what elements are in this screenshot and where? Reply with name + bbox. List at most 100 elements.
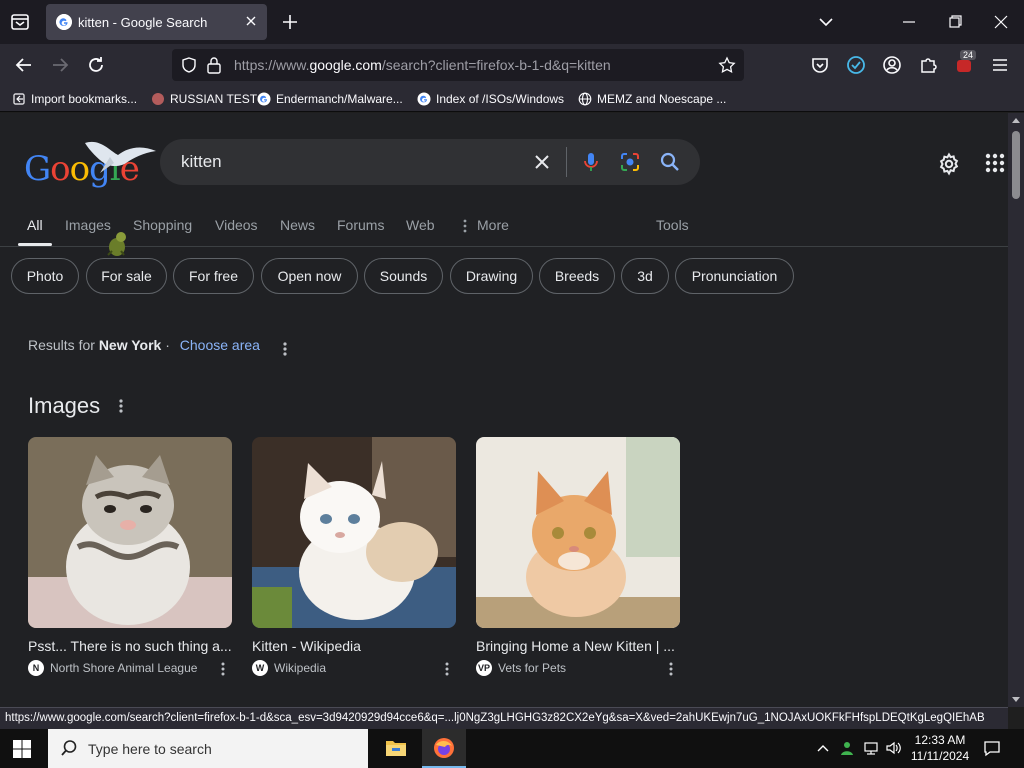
lens-camera-icon[interactable]: [619, 151, 641, 173]
taskbar-search-box[interactable]: Type here to search: [48, 729, 368, 768]
google-doodle-logo[interactable]: Google: [22, 141, 162, 191]
tab-all[interactable]: All: [27, 217, 43, 233]
result-options-kebab-icon[interactable]: [668, 661, 674, 677]
bookmark-item[interactable]: Endermanch/Malware...: [257, 90, 403, 108]
bookmark-item[interactable]: Index of /ISOs/Windows: [417, 90, 564, 108]
image-result-card[interactable]: Bringing Home a New Kitten | ... VP Vets…: [476, 437, 680, 676]
choose-area-link[interactable]: Choose area: [180, 337, 260, 353]
bookmark-label: MEMZ and Noescape ...: [597, 92, 727, 106]
filter-chip[interactable]: Photo: [11, 258, 79, 294]
image-thumbnail[interactable]: [28, 437, 232, 628]
volume-speaker-icon[interactable]: [885, 740, 901, 756]
scrollbar-thumb[interactable]: [1012, 131, 1020, 199]
tools-button[interactable]: Tools: [656, 217, 689, 233]
firefox-taskbar-button[interactable]: [422, 729, 466, 768]
close-window-icon[interactable]: [992, 13, 1010, 31]
show-hidden-icons-chevron-icon[interactable]: [815, 740, 831, 756]
lock-icon[interactable]: [206, 56, 222, 74]
back-arrow-icon[interactable]: [13, 54, 35, 76]
bookmark-item[interactable]: Import bookmarks...: [12, 90, 137, 108]
images-options-kebab-icon[interactable]: [118, 398, 124, 414]
extension-check-icon[interactable]: [845, 54, 867, 76]
filter-chip[interactable]: Sounds: [364, 258, 443, 294]
location-options-kebab-icon[interactable]: [282, 341, 288, 357]
clock-date: 11/11/2024: [910, 749, 970, 763]
restore-window-icon[interactable]: [946, 13, 964, 31]
system-clock[interactable]: 12:33 AM 11/11/2024: [908, 732, 972, 764]
scroll-down-arrow-icon[interactable]: [1011, 696, 1021, 704]
image-thumbnail[interactable]: [476, 437, 680, 628]
bookmark-item[interactable]: MEMZ and Noescape ...: [578, 90, 726, 108]
people-tray-icon[interactable]: [839, 740, 855, 756]
source-name: Vets for Pets: [498, 661, 567, 675]
search-input[interactable]: kitten: [181, 152, 222, 172]
reload-icon[interactable]: [85, 54, 107, 76]
list-all-tabs-chevron-icon[interactable]: [817, 13, 835, 31]
image-result-card[interactable]: Kitten - Wikipedia W Wikipedia: [252, 437, 456, 676]
file-explorer-taskbar-button[interactable]: [374, 729, 418, 768]
result-options-kebab-icon[interactable]: [444, 661, 450, 677]
image-result-title[interactable]: Bringing Home a New Kitten | ...: [476, 638, 680, 654]
white-kitten-image: [252, 437, 456, 628]
new-tab-icon[interactable]: [280, 12, 300, 32]
tab-shopping[interactable]: Shopping: [133, 217, 192, 233]
image-result-source[interactable]: W Wikipedia: [252, 660, 456, 676]
location-notice: Results for New York · Choose area: [28, 337, 260, 353]
search-box[interactable]: kitten: [160, 139, 700, 185]
tabby-kitten-image: [28, 437, 232, 628]
image-result-source[interactable]: VP Vets for Pets: [476, 660, 680, 676]
tab-list-icon[interactable]: [8, 10, 32, 34]
bookmark-star-icon[interactable]: [718, 56, 736, 74]
image-result-title[interactable]: Psst... There is no such thing a...: [28, 638, 232, 654]
filter-chip[interactable]: Pronunciation: [675, 258, 794, 294]
page-scrollbar[interactable]: [1008, 113, 1024, 707]
separator: ·: [165, 337, 170, 353]
browser-tab-active[interactable]: kitten - Google Search: [46, 4, 267, 40]
tab-videos[interactable]: Videos: [215, 217, 258, 233]
globe-icon: [578, 92, 592, 106]
bookmark-item[interactable]: RUSSIAN TEST: [151, 90, 257, 108]
windows-start-icon[interactable]: [12, 739, 32, 759]
forward-arrow-icon[interactable]: [49, 54, 71, 76]
bookmark-label: Endermanch/Malware...: [276, 92, 403, 106]
address-bar[interactable]: https://www.google.com/search?client=fir…: [172, 49, 744, 81]
browser-nav-bar: https://www.google.com/search?client=fir…: [0, 44, 1024, 86]
tab-news[interactable]: News: [280, 217, 315, 233]
extensions-puzzle-icon[interactable]: [917, 54, 939, 76]
pocket-icon[interactable]: [809, 54, 831, 76]
taskbar-search-placeholder: Type here to search: [88, 741, 212, 757]
search-icon[interactable]: [659, 151, 681, 173]
google-apps-grid-icon[interactable]: [984, 152, 1006, 174]
filter-chip[interactable]: For sale: [86, 258, 167, 294]
scroll-up-arrow-icon[interactable]: [1011, 116, 1021, 124]
image-result-title[interactable]: Kitten - Wikipedia: [252, 638, 456, 654]
bookmark-label: Import bookmarks...: [31, 92, 138, 106]
network-icon[interactable]: [863, 740, 879, 756]
tab-web[interactable]: Web: [406, 217, 435, 233]
menu-hamburger-icon[interactable]: [989, 54, 1011, 76]
account-icon[interactable]: [881, 54, 903, 76]
filter-chip[interactable]: Drawing: [450, 258, 533, 294]
minimize-window-icon[interactable]: [900, 13, 918, 31]
tracking-protection-shield-icon[interactable]: [180, 56, 198, 74]
close-tab-icon[interactable]: [243, 13, 259, 29]
images-section-heading: Images: [28, 393, 101, 418]
filter-chip[interactable]: For free: [173, 258, 254, 294]
tab-forums[interactable]: Forums: [337, 217, 384, 233]
source-favicon-icon: W: [252, 660, 268, 676]
bookmark-label: Index of /ISOs/Windows: [436, 92, 565, 106]
settings-gear-icon[interactable]: [937, 152, 961, 176]
filter-chip[interactable]: Open now: [261, 258, 358, 294]
active-tab-indicator: [18, 243, 52, 246]
image-result-card[interactable]: Psst... There is no such thing a... N No…: [28, 437, 232, 676]
filter-chip[interactable]: 3d: [621, 258, 669, 294]
tab-more[interactable]: More: [477, 217, 509, 233]
image-thumbnail[interactable]: [252, 437, 456, 628]
voice-search-mic-icon[interactable]: [580, 151, 602, 173]
clear-search-icon[interactable]: [531, 151, 553, 173]
notifications-icon[interactable]: [983, 739, 1001, 757]
result-options-kebab-icon[interactable]: [220, 661, 226, 677]
bookmark-label: RUSSIAN TEST: [170, 92, 258, 106]
filter-chip[interactable]: Breeds: [539, 258, 615, 294]
image-result-source[interactable]: N North Shore Animal League: [28, 660, 232, 676]
